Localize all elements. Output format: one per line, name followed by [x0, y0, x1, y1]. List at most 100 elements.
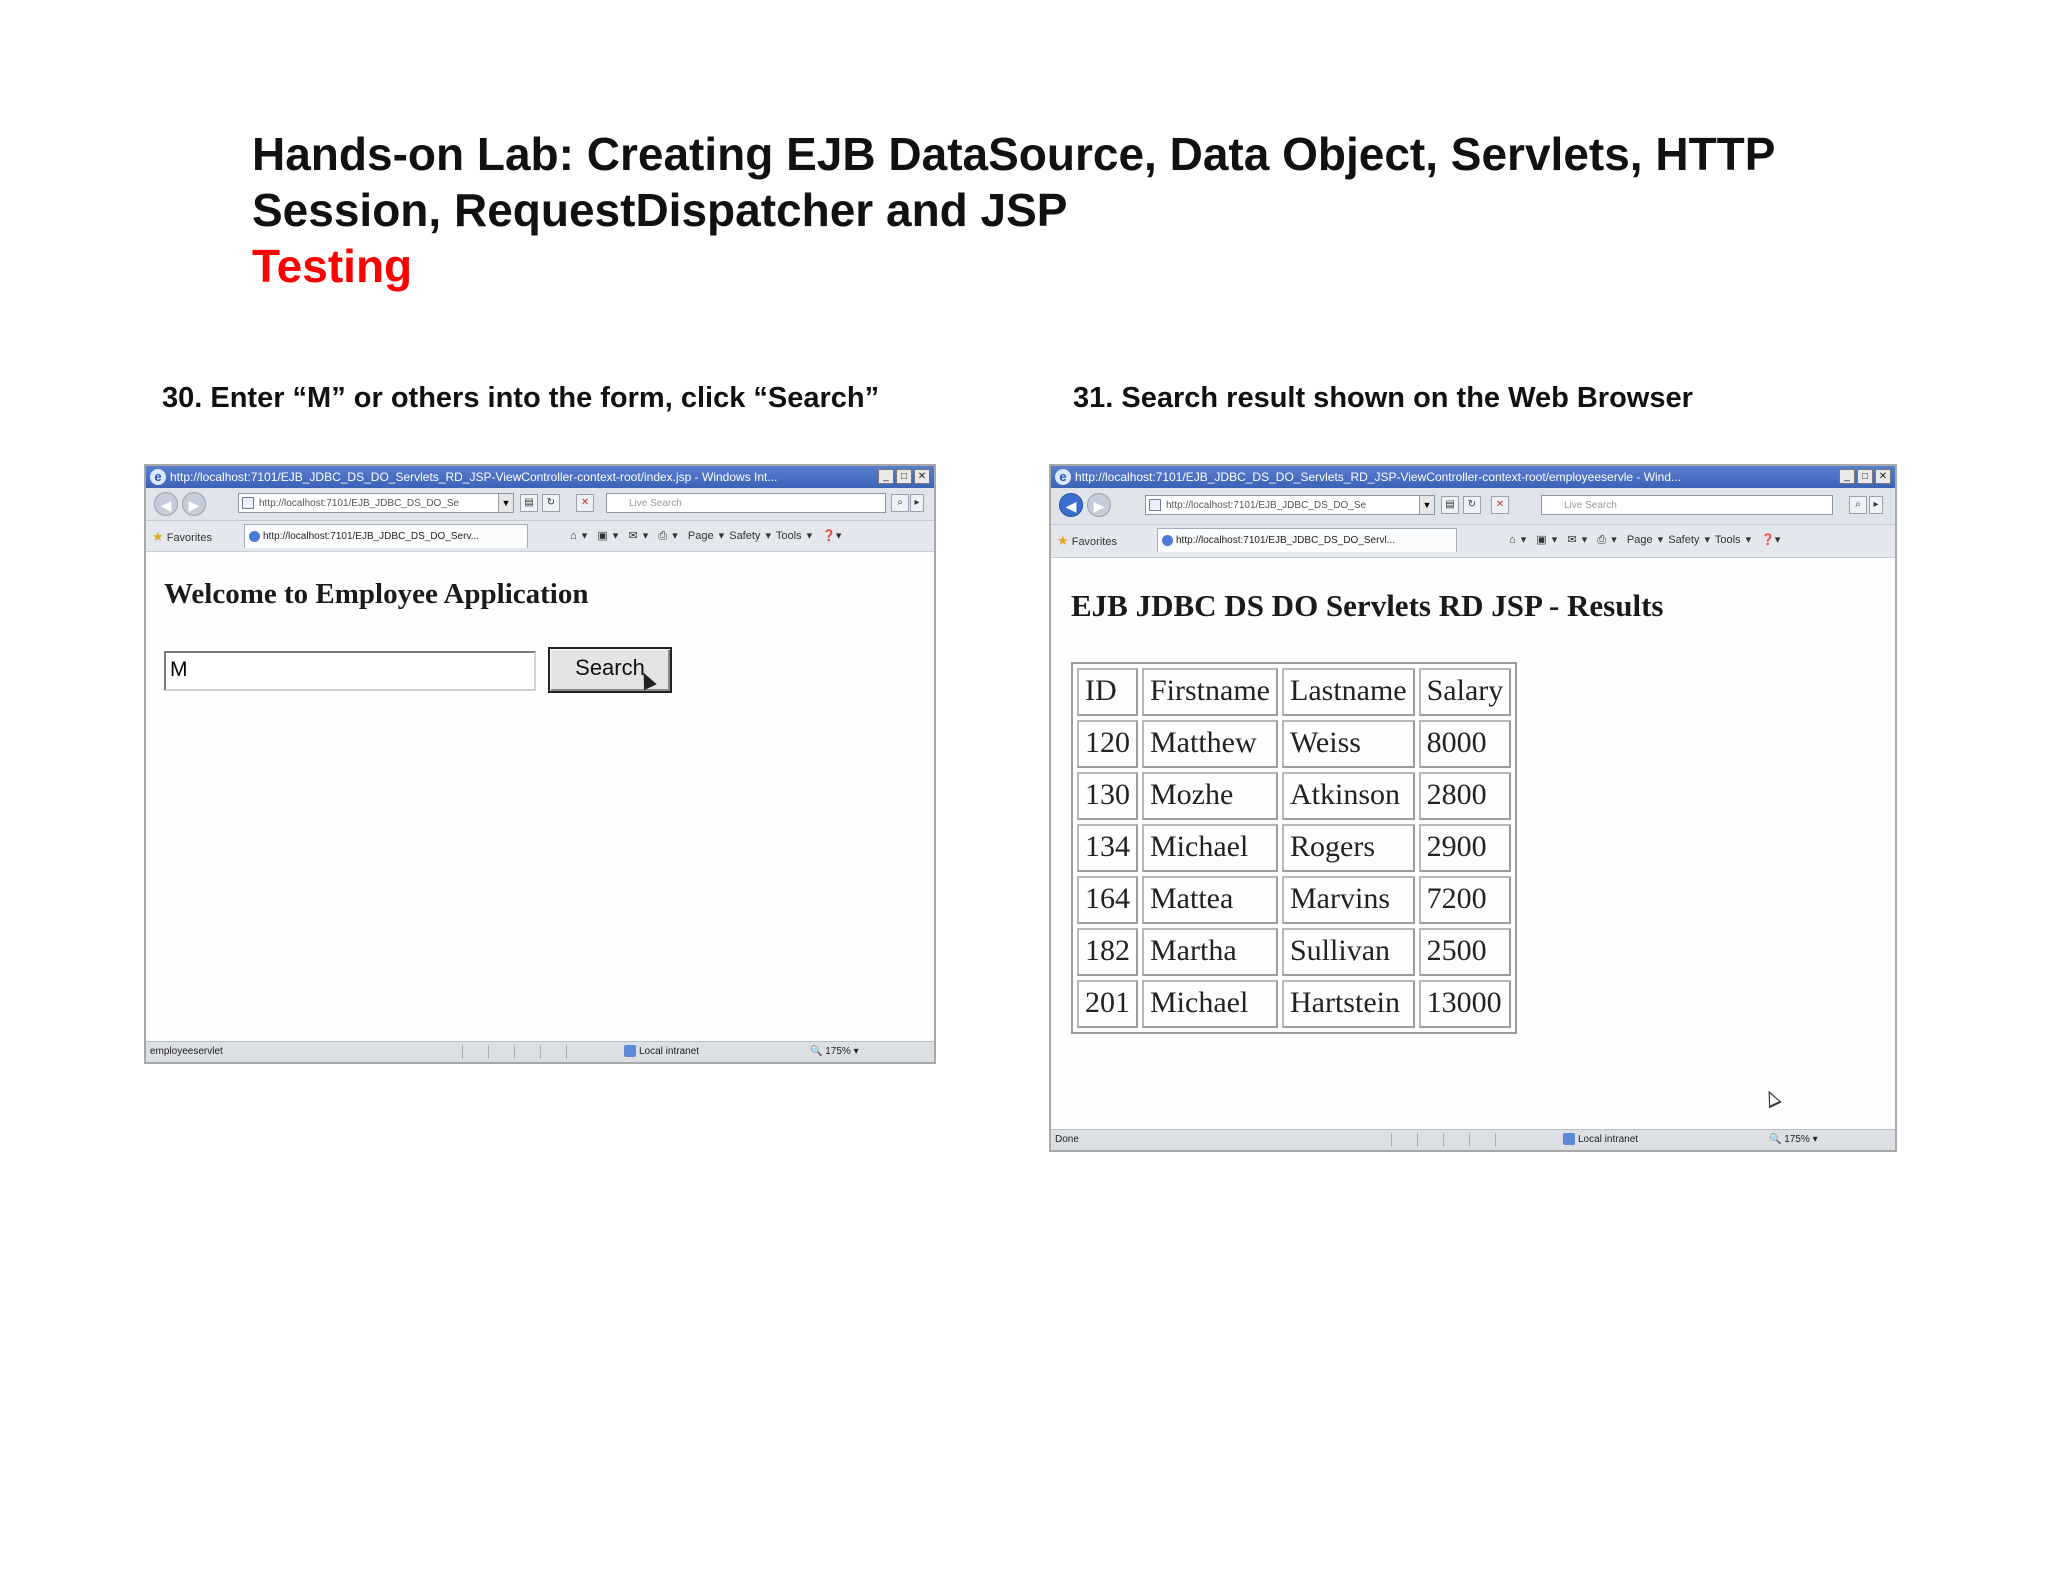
- cell-firstname: Matthew: [1142, 720, 1278, 768]
- mail-icon[interactable]: ✉ ▾: [1567, 534, 1587, 546]
- browser-tab[interactable]: http://localhost:7101/EJB_JDBC_DS_DO_Ser…: [244, 524, 528, 548]
- cell-firstname: Martha: [1142, 928, 1278, 976]
- live-search-input[interactable]: Live Search: [606, 493, 886, 513]
- table-row: 120 Matthew Weiss 8000: [1077, 720, 1512, 768]
- mouse-cursor-icon: [1762, 1087, 1782, 1109]
- address-bar[interactable]: http://localhost:7101/EJB_JDBC_DS_DO_Se …: [1145, 495, 1435, 515]
- ie-logo-icon: e: [150, 469, 166, 485]
- stop-icon[interactable]: ✕: [576, 494, 594, 512]
- ie-logo-icon: e: [1055, 469, 1071, 485]
- step-30-caption: 30. Enter “M” or others into the form, c…: [162, 382, 880, 414]
- cell-salary: 2900: [1418, 824, 1512, 872]
- status-bar: Done Local intranet 🔍 175% ▾: [1051, 1129, 1895, 1150]
- table-row: 201 Michael Hartstein 13000: [1077, 980, 1512, 1028]
- search-text-field[interactable]: M: [164, 651, 536, 691]
- title-line-1: Hands-on Lab: Creating EJB DataSource, D…: [252, 128, 1776, 180]
- favorites-label: Favorites: [1071, 536, 1117, 548]
- window-titlebar: e http://localhost:7101/EJB_JDBC_DS_DO_S…: [146, 466, 934, 488]
- status-text: employeeservlet: [150, 1046, 223, 1057]
- zone-label: Local intranet: [639, 1046, 700, 1057]
- cell-id: 134: [1077, 824, 1138, 872]
- cell-id: 120: [1077, 720, 1138, 768]
- status-text: Done: [1055, 1134, 1079, 1145]
- cell-id: 201: [1077, 980, 1138, 1028]
- home-icon[interactable]: ⌂ ▾: [1509, 534, 1526, 546]
- address-dropdown[interactable]: ▼: [498, 494, 513, 512]
- cell-salary: 7200: [1418, 876, 1512, 924]
- cell-firstname: Mozhe: [1142, 772, 1278, 820]
- live-search-input[interactable]: Live Search: [1541, 495, 1833, 515]
- slide-subtitle: Testing: [252, 240, 413, 292]
- cell-lastname: Marvins: [1282, 876, 1415, 924]
- zoom-control[interactable]: 🔍 175% ▾: [1769, 1130, 1818, 1150]
- zoom-control[interactable]: 🔍 175% ▾: [810, 1042, 859, 1062]
- address-bar[interactable]: http://localhost:7101/EJB_JDBC_DS_DO_Se …: [238, 493, 514, 513]
- search-icon[interactable]: ⌕: [891, 494, 909, 512]
- page-icon: [242, 497, 254, 509]
- status-bar: employeeservlet Local intranet 🔍 175% ▾: [146, 1041, 934, 1062]
- address-text: http://localhost:7101/EJB_JDBC_DS_DO_Se: [1166, 500, 1367, 511]
- cell-id: 130: [1077, 772, 1138, 820]
- print-icon[interactable]: ⎙ ▾: [1597, 534, 1616, 546]
- browser-window-results: e http://localhost:7101/EJB_JDBC_DS_DO_S…: [1049, 464, 1897, 1152]
- page-heading: EJB JDBC DS DO Servlets RD JSP - Results: [1071, 588, 1664, 623]
- minimize-button[interactable]: _: [1839, 469, 1855, 484]
- favorites-bar: ★ Favorites http://localhost:7101/EJB_JD…: [146, 521, 934, 553]
- command-bar: ⌂ ▾ ▣ ▾ ✉ ▾ ⎙ ▾ Page ▾ Safety ▾ Tools ▾ …: [1509, 533, 1780, 547]
- refresh-icon[interactable]: ↻: [542, 494, 560, 512]
- stop-icon[interactable]: ✕: [1491, 496, 1509, 514]
- refresh-icon[interactable]: ↻: [1463, 496, 1481, 514]
- cell-firstname: Michael: [1142, 980, 1278, 1028]
- tab-label: http://localhost:7101/EJB_JDBC_DS_DO_Ser…: [1176, 535, 1395, 546]
- search-options-icon[interactable]: ▸: [910, 494, 924, 512]
- tab-ie-icon: [249, 531, 260, 542]
- minimize-button[interactable]: _: [878, 469, 894, 484]
- search-options-icon[interactable]: ▸: [1869, 496, 1883, 514]
- search-button[interactable]: Search: [548, 647, 672, 693]
- window-title: http://localhost:7101/EJB_JDBC_DS_DO_Ser…: [1075, 470, 1682, 484]
- table-row: 134 Michael Rogers 2900: [1077, 824, 1512, 872]
- address-text: http://localhost:7101/EJB_JDBC_DS_DO_Se: [259, 498, 460, 509]
- step-31-caption: 31. Search result shown on the Web Brows…: [1073, 382, 1693, 414]
- favorites-button[interactable]: ★ Favorites: [1057, 533, 1117, 549]
- favorites-bar: ★ Favorites http://localhost:7101/EJB_JD…: [1051, 525, 1895, 559]
- compat-view-icon[interactable]: ▤: [1441, 496, 1459, 514]
- maximize-button[interactable]: □: [896, 469, 912, 484]
- close-button[interactable]: ✕: [1875, 469, 1891, 484]
- help-icon[interactable]: ❓▾: [822, 530, 841, 542]
- back-button[interactable]: ◀: [1059, 493, 1083, 517]
- tools-menus[interactable]: Page ▾ Safety ▾ Tools ▾: [688, 530, 812, 542]
- browser-tab[interactable]: http://localhost:7101/EJB_JDBC_DS_DO_Ser…: [1157, 528, 1457, 552]
- back-button[interactable]: ◀: [154, 492, 178, 516]
- navigation-bar: ◀ ▶ http://localhost:7101/EJB_JDBC_DS_DO…: [1051, 488, 1895, 525]
- close-button[interactable]: ✕: [914, 469, 930, 484]
- cell-firstname: Michael: [1142, 824, 1278, 872]
- browser-window-search: e http://localhost:7101/EJB_JDBC_DS_DO_S…: [144, 464, 936, 1064]
- tools-menus[interactable]: Page ▾ Safety ▾ Tools ▾: [1627, 534, 1751, 546]
- column-header: Firstname: [1142, 668, 1278, 716]
- window-titlebar: e http://localhost:7101/EJB_JDBC_DS_DO_S…: [1051, 466, 1895, 488]
- feeds-icon[interactable]: ▣ ▾: [1536, 534, 1557, 546]
- feeds-icon[interactable]: ▣ ▾: [597, 530, 618, 542]
- zoom-level: 175%: [825, 1046, 851, 1057]
- command-bar: ⌂ ▾ ▣ ▾ ✉ ▾ ⎙ ▾ Page ▾ Safety ▾ Tools ▾ …: [570, 529, 841, 543]
- tab-ie-icon: [1162, 535, 1173, 546]
- cell-salary: 8000: [1418, 720, 1512, 768]
- security-zone: Local intranet: [624, 1042, 699, 1062]
- cell-lastname: Sullivan: [1282, 928, 1415, 976]
- cell-salary: 13000: [1418, 980, 1512, 1028]
- page-icon: [1149, 499, 1161, 511]
- search-icon[interactable]: ⌕: [1849, 496, 1867, 514]
- zone-label: Local intranet: [1578, 1134, 1639, 1145]
- forward-button[interactable]: ▶: [182, 492, 206, 516]
- address-dropdown[interactable]: ▼: [1419, 496, 1434, 514]
- print-icon[interactable]: ⎙ ▾: [658, 530, 677, 542]
- forward-button[interactable]: ▶: [1087, 493, 1111, 517]
- maximize-button[interactable]: □: [1857, 469, 1873, 484]
- home-icon[interactable]: ⌂ ▾: [570, 530, 587, 542]
- favorites-button[interactable]: ★ Favorites: [152, 529, 212, 545]
- help-icon[interactable]: ❓▾: [1761, 534, 1780, 546]
- star-icon: ★: [1057, 533, 1069, 548]
- compat-view-icon[interactable]: ▤: [520, 494, 538, 512]
- mail-icon[interactable]: ✉ ▾: [628, 530, 648, 542]
